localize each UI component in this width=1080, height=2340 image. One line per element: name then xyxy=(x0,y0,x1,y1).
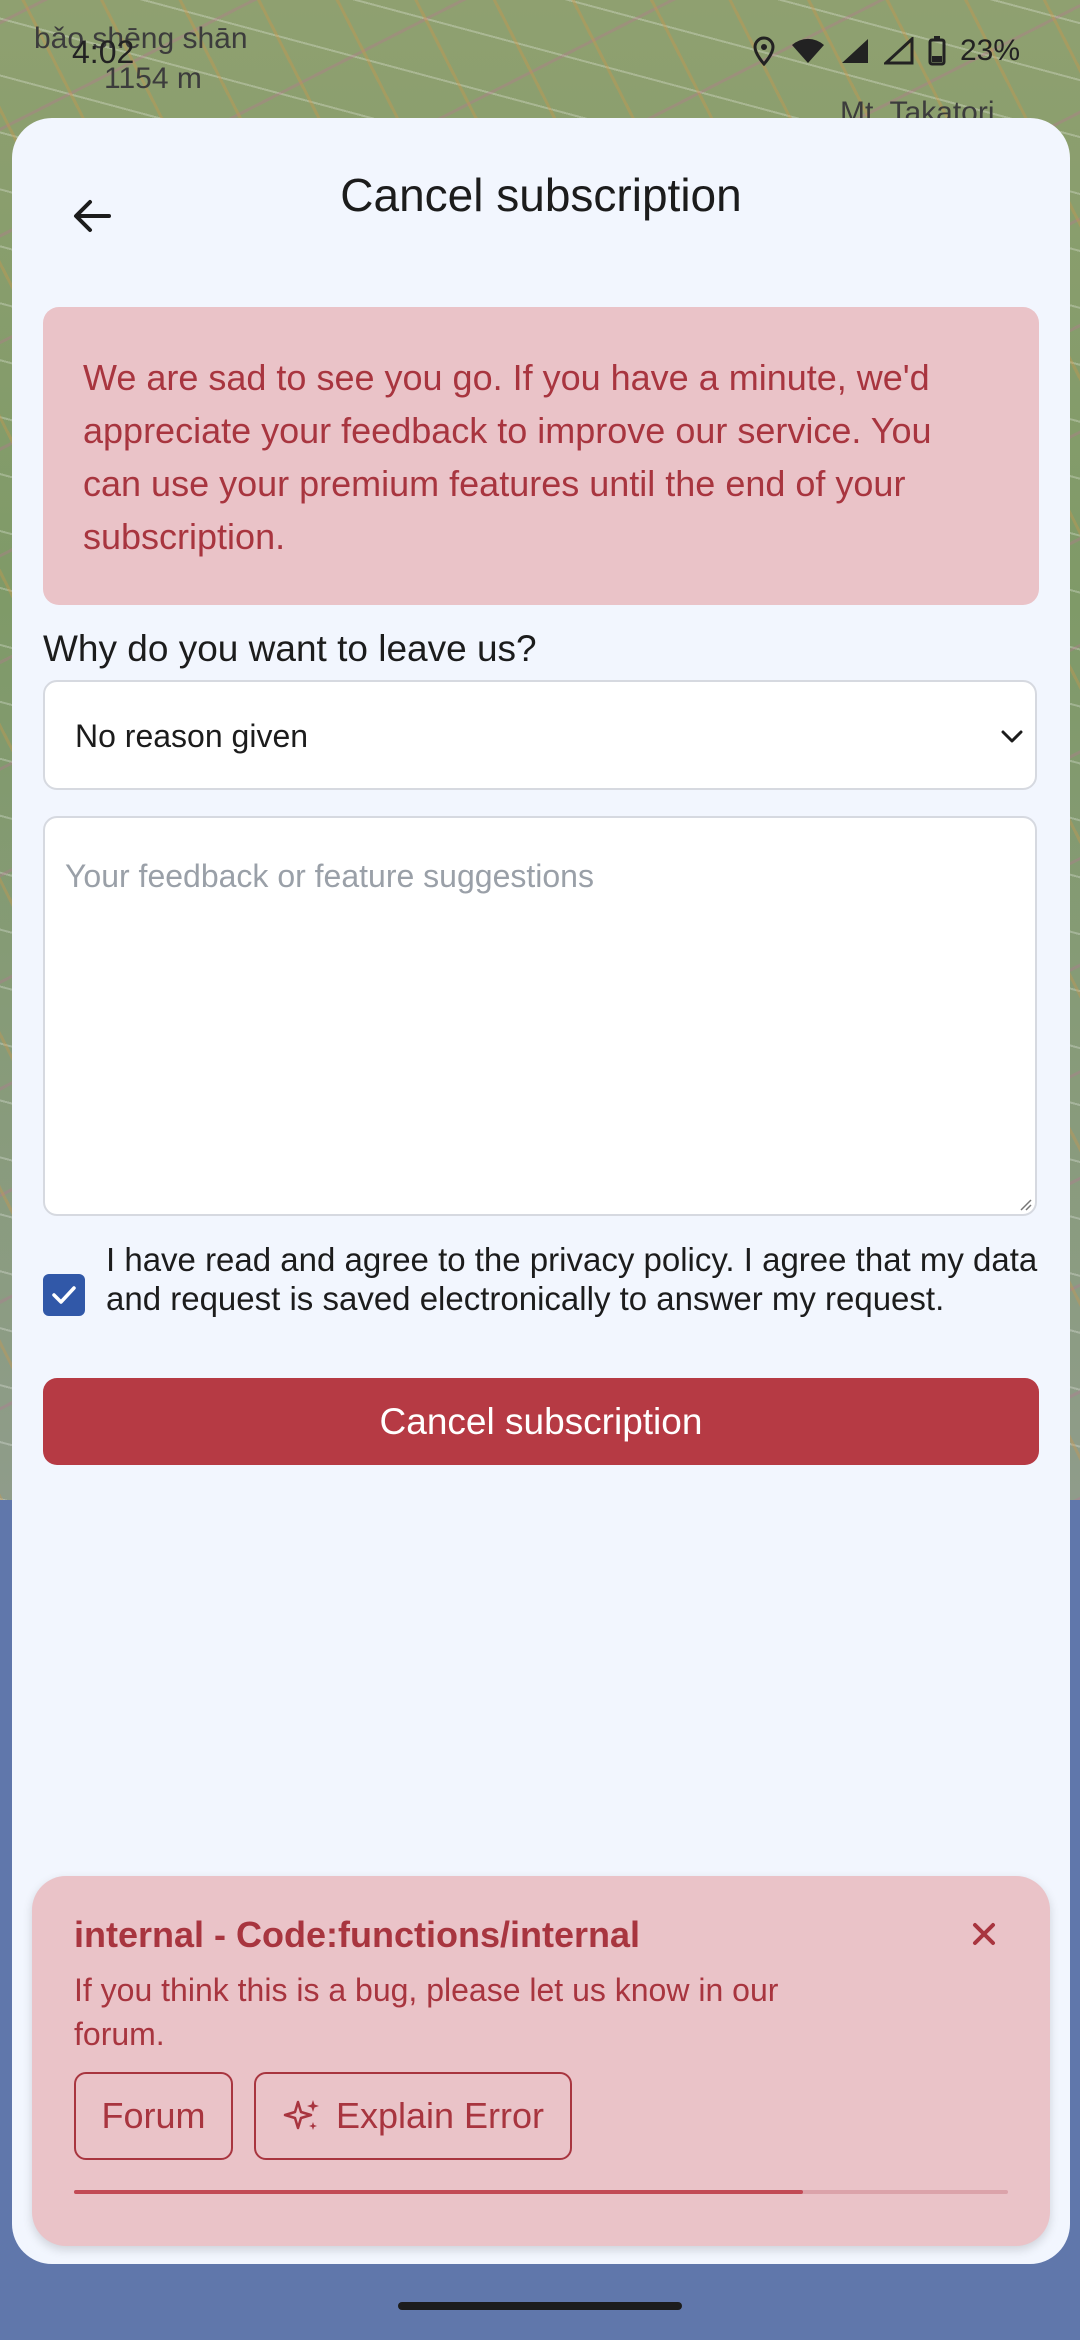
forum-button[interactable]: Forum xyxy=(74,2072,233,2160)
battery-icon xyxy=(928,36,946,66)
home-indicator[interactable] xyxy=(398,2302,682,2310)
wifi-icon xyxy=(791,38,824,63)
status-time: 4:02 xyxy=(72,34,135,70)
checkmark-icon xyxy=(52,1286,76,1304)
close-icon xyxy=(973,1923,995,1945)
page-title: Cancel subscription xyxy=(340,169,742,221)
goodbye-notice-text: We are sad to see you go. If you have a … xyxy=(83,357,932,557)
sheet-header: Cancel subscription xyxy=(12,118,1070,278)
signal-icon-2 xyxy=(883,37,914,65)
cancel-subscription-button[interactable]: Cancel subscription xyxy=(43,1378,1039,1465)
explain-error-label: Explain Error xyxy=(335,2095,545,2136)
consent-checkbox[interactable] xyxy=(43,1274,85,1316)
feedback-textarea[interactable]: Your feedback or feature suggestions xyxy=(43,816,1037,1216)
consent-text: I have read and agree to the privacy pol… xyxy=(106,1241,1038,1317)
error-title: internal - Code:functions/internal xyxy=(74,1914,641,1955)
feedback-placeholder: Your feedback or feature suggestions xyxy=(65,858,594,894)
dismiss-timer-fill xyxy=(74,2190,803,2194)
sparkle-icon xyxy=(283,2100,319,2130)
status-icons: 23% xyxy=(752,34,1020,68)
close-button[interactable] xyxy=(962,1912,1006,1956)
cancel-subscription-sheet: Cancel subscription We are sad to see yo… xyxy=(12,118,1070,2264)
status-bar: 4:02 23% xyxy=(0,0,1080,110)
chevron-down-icon xyxy=(1001,730,1023,743)
error-snackbar: internal - Code:functions/internal If yo… xyxy=(32,1876,1050,2246)
reason-select[interactable]: No reason given xyxy=(43,680,1037,790)
resize-grip-icon[interactable] xyxy=(1019,1198,1033,1212)
signal-icon xyxy=(841,39,868,63)
location-icon xyxy=(753,36,775,66)
error-message: If you think this is a bug, please let u… xyxy=(74,1972,779,2052)
dismiss-timer-track xyxy=(74,2190,1008,2194)
explain-error-button[interactable]: Explain Error xyxy=(254,2072,572,2160)
reason-question-label: Why do you want to leave us? xyxy=(43,628,537,669)
battery-percent: 23% xyxy=(959,34,1020,67)
goodbye-notice: We are sad to see you go. If you have a … xyxy=(43,307,1039,605)
reason-select-value: No reason given xyxy=(75,718,309,754)
